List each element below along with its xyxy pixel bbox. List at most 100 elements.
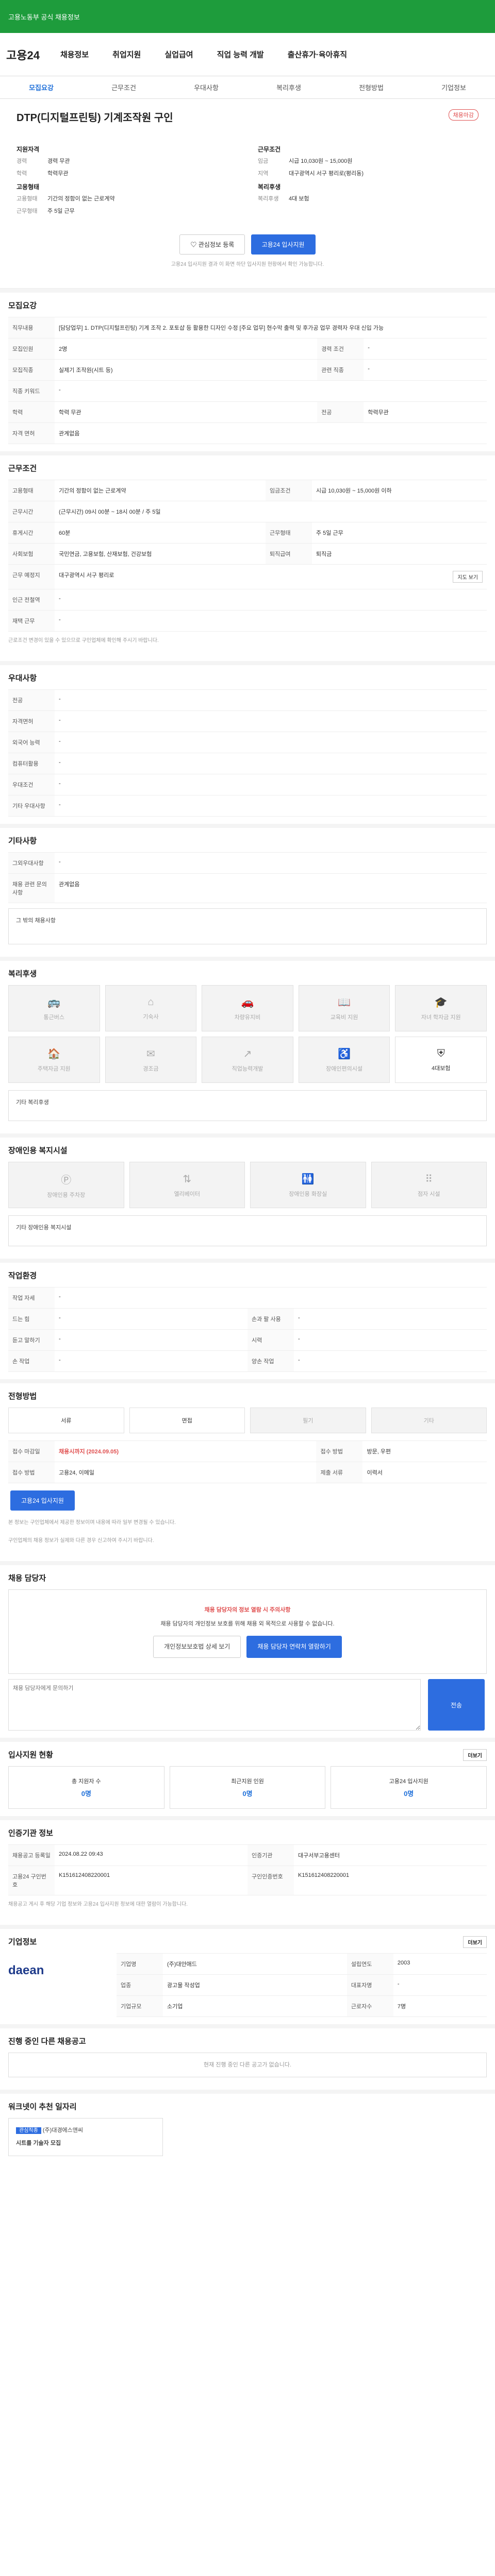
summary-value: 기간의 정함이 없는 근로계약 <box>47 196 115 202</box>
table-row: 채용공고 등록일 2024.08.22 09:43 인증기관 대구서부고용센터 <box>8 1844 487 1866</box>
table-key: 인근 전철역 <box>8 589 55 611</box>
status-card: 총 지원자 수 0명 <box>8 1766 164 1809</box>
etc-section: 기타사항 그외우대사항 - 채용 관련 문의 사항 관계없음 그 밖의 채용사항 <box>0 824 495 957</box>
table-row: 재택 근무 - <box>8 610 487 632</box>
table-row: 접수 방법 고용24, 이메일 제출 서류 이력서 <box>8 1462 487 1483</box>
nav-benefits[interactable]: 실업급여 <box>164 49 193 60</box>
welfare-tile: 🎓 자녀 학자금 지원 <box>395 985 487 1031</box>
table-value: 광고물 작성업 <box>163 1974 347 1996</box>
table-value: 관계없음 <box>55 422 487 444</box>
warning-title: 채용 담당자의 정보 열람 시 주의사항 <box>204 1607 291 1613</box>
table-row: 컴퓨터활용 - <box>8 753 487 774</box>
apply-button[interactable]: 고용24 입사지원 <box>251 234 316 255</box>
table-key: 사회보험 <box>8 543 55 565</box>
summary-row: 복리후생 4대 보험 <box>258 194 478 202</box>
recommend-section: 워크넷이 추천 일자리 관심직종 (주)대경에스앤씨 시트를 기술자 모집 <box>0 2090 495 2168</box>
recommend-card[interactable]: 관심직종 (주)대경에스앤씨 시트를 기술자 모집 <box>8 2118 163 2156</box>
section-title: 진행 중인 다른 채용공고 <box>8 2037 86 2046</box>
tab-condition[interactable]: 근무조건 <box>111 82 136 92</box>
posting-note: 채용공고 게시 후 해당 기업 정보와 고용24 입사지원 정보에 대한 열람이… <box>8 1901 188 1907</box>
summary-key: 고용형태 <box>16 196 38 202</box>
send-button[interactable]: 전송 <box>428 1679 485 1731</box>
table-key: 근무형태 <box>266 522 312 544</box>
table-key: 접수 방법 <box>316 1440 363 1462</box>
elevator-icon: ⇅ <box>183 1173 192 1185</box>
nav-leave[interactable]: 출산휴가·육아휴직 <box>288 49 347 60</box>
privacy-button[interactable]: 개인정보보호법 상세 보기 <box>153 1636 241 1658</box>
work-location: 대구광역시 서구 평리로 <box>59 572 114 579</box>
company-body: daean 기업명 (주)대안애드 설립연도 2003 업종 광고물 작성업 대표자명 - … <box>8 1953 487 2017</box>
table-key: 기업명 <box>117 1953 163 1975</box>
table-key: 휴게시간 <box>8 522 55 544</box>
nav-support[interactable]: 취업지원 <box>112 49 141 60</box>
tab-prefer[interactable]: 우대사항 <box>194 82 219 92</box>
summary-value: 대구광역시 서구 평리로(평리동) <box>289 171 364 177</box>
table-value: 관계없음 <box>55 873 487 903</box>
main-nav: 채용정보 취업지원 실업급여 직업 능력 개발 출산휴가·육아휴직 <box>60 49 347 60</box>
table-key: 기타 우대사항 <box>8 795 55 817</box>
apply-button-2[interactable]: 고용24 입사지원 <box>10 1490 75 1511</box>
welfare-tile: ↗ 직업능력개발 <box>202 1037 293 1083</box>
welfare-tile: 🏠 주택자금 지원 <box>8 1037 100 1083</box>
table-key: 채용공고 등록일 <box>8 1844 55 1866</box>
table-key: 드는 힘 <box>8 1308 55 1330</box>
tab-recruit[interactable]: 모집요강 <box>29 82 54 92</box>
card-label: 총 지원자 수 <box>71 1778 101 1785</box>
tab-selection[interactable]: 전형방법 <box>359 82 384 92</box>
save-interest-button[interactable]: ♡ 관심정보 등록 <box>179 234 245 255</box>
job-actions: ♡ 관심정보 등록 고용24 입사지원 <box>16 234 478 255</box>
table-value: - <box>55 732 487 753</box>
table-key: 모집인원 <box>8 338 55 360</box>
inquiry-input[interactable] <box>8 1679 421 1731</box>
table-row: 기업규모 소기업 근로자수 7명 <box>117 1995 487 2017</box>
status-cards: 총 지원자 수 0명 최근지원 인원 0명 고용24 입사지원 0명 <box>8 1766 487 1809</box>
table-value: 소기업 <box>163 1995 347 2017</box>
view-contact-button[interactable]: 채용 담당자 연락처 열람하기 <box>246 1636 342 1658</box>
section-title: 모집요강 <box>8 301 37 310</box>
disability-tile: Ⓟ 장애인용 주차장 <box>8 1162 124 1208</box>
status-more-link[interactable]: 더보기 <box>463 1749 487 1761</box>
card-label: 최근지원 인원 <box>231 1778 264 1785</box>
welfare-label: 자녀 학자금 지원 <box>421 1014 461 1021</box>
nav-training[interactable]: 직업 능력 개발 <box>217 49 264 60</box>
card-value: 0명 <box>81 1789 91 1798</box>
table-row: 인근 전철역 - <box>8 589 487 611</box>
section-tabs: 모집요강 근무조건 우대사항 복리후생 전형방법 기업정보 <box>0 76 495 99</box>
summary-heading: 근무조건 <box>258 146 281 153</box>
tab-company[interactable]: 기업정보 <box>441 82 466 92</box>
disability-tile: 🚻 장애인용 화장실 <box>250 1162 366 1208</box>
welfare-label: 주택자금 지원 <box>37 1065 71 1072</box>
site-logo[interactable]: 고용24 <box>6 46 40 63</box>
table-key: 근무 예정지 <box>8 564 55 589</box>
table-key: 전공 <box>8 689 55 711</box>
other-jobs-empty: 현재 진행 중인 다른 공고가 없습니다. <box>8 2052 487 2078</box>
welfare-label: 장애인편의시설 <box>326 1065 363 1072</box>
table-value: 2명 <box>55 338 318 360</box>
summary-row: 근무형태 주 5일 근무 <box>16 207 237 215</box>
etc-table: 그외우대사항 - 채용 관련 문의 사항 관계없음 <box>8 852 487 903</box>
table-key: 손 작업 <box>8 1350 55 1372</box>
table-key: 퇴직급여 <box>266 543 312 565</box>
summary-key: 임금 <box>258 158 269 164</box>
table-key: 직무내용 <box>8 317 55 338</box>
summary-value: 시급 10,030원 ~ 15,000원 <box>289 158 353 164</box>
tab-welfare[interactable]: 복리후생 <box>276 82 301 92</box>
table-key: 관련 직종 <box>317 359 364 381</box>
job-description: [담당업무] 1. DTP(디지털프린팅) 기계 조작 2. 포토샵 등 활용한… <box>55 317 487 338</box>
nav-jobs[interactable]: 채용정보 <box>60 49 89 60</box>
welfare-box: 기타 복리후생 <box>8 1090 487 1121</box>
map-button[interactable]: 지도 보기 <box>453 571 483 583</box>
table-value: 학력 무관 <box>55 401 318 423</box>
company-more-link[interactable]: 더보기 <box>463 1936 487 1948</box>
company-logo: daean <box>8 1963 44 1977</box>
section-title: 근무조건 <box>8 464 37 473</box>
welfare-tile: ⌂ 기숙사 <box>105 985 197 1031</box>
summary-heading: 고용형태 <box>16 183 40 191</box>
section-title: 인증기관 정보 <box>8 1828 53 1838</box>
table-value: 학력무관 <box>364 401 487 423</box>
status-badge: 채용마감 <box>448 109 478 121</box>
table-key: 듣고 말하기 <box>8 1329 55 1351</box>
welfare-tile: ✉ 경조금 <box>105 1037 197 1083</box>
graduation-icon: 🎓 <box>434 996 448 1008</box>
table-value: - <box>55 852 487 874</box>
